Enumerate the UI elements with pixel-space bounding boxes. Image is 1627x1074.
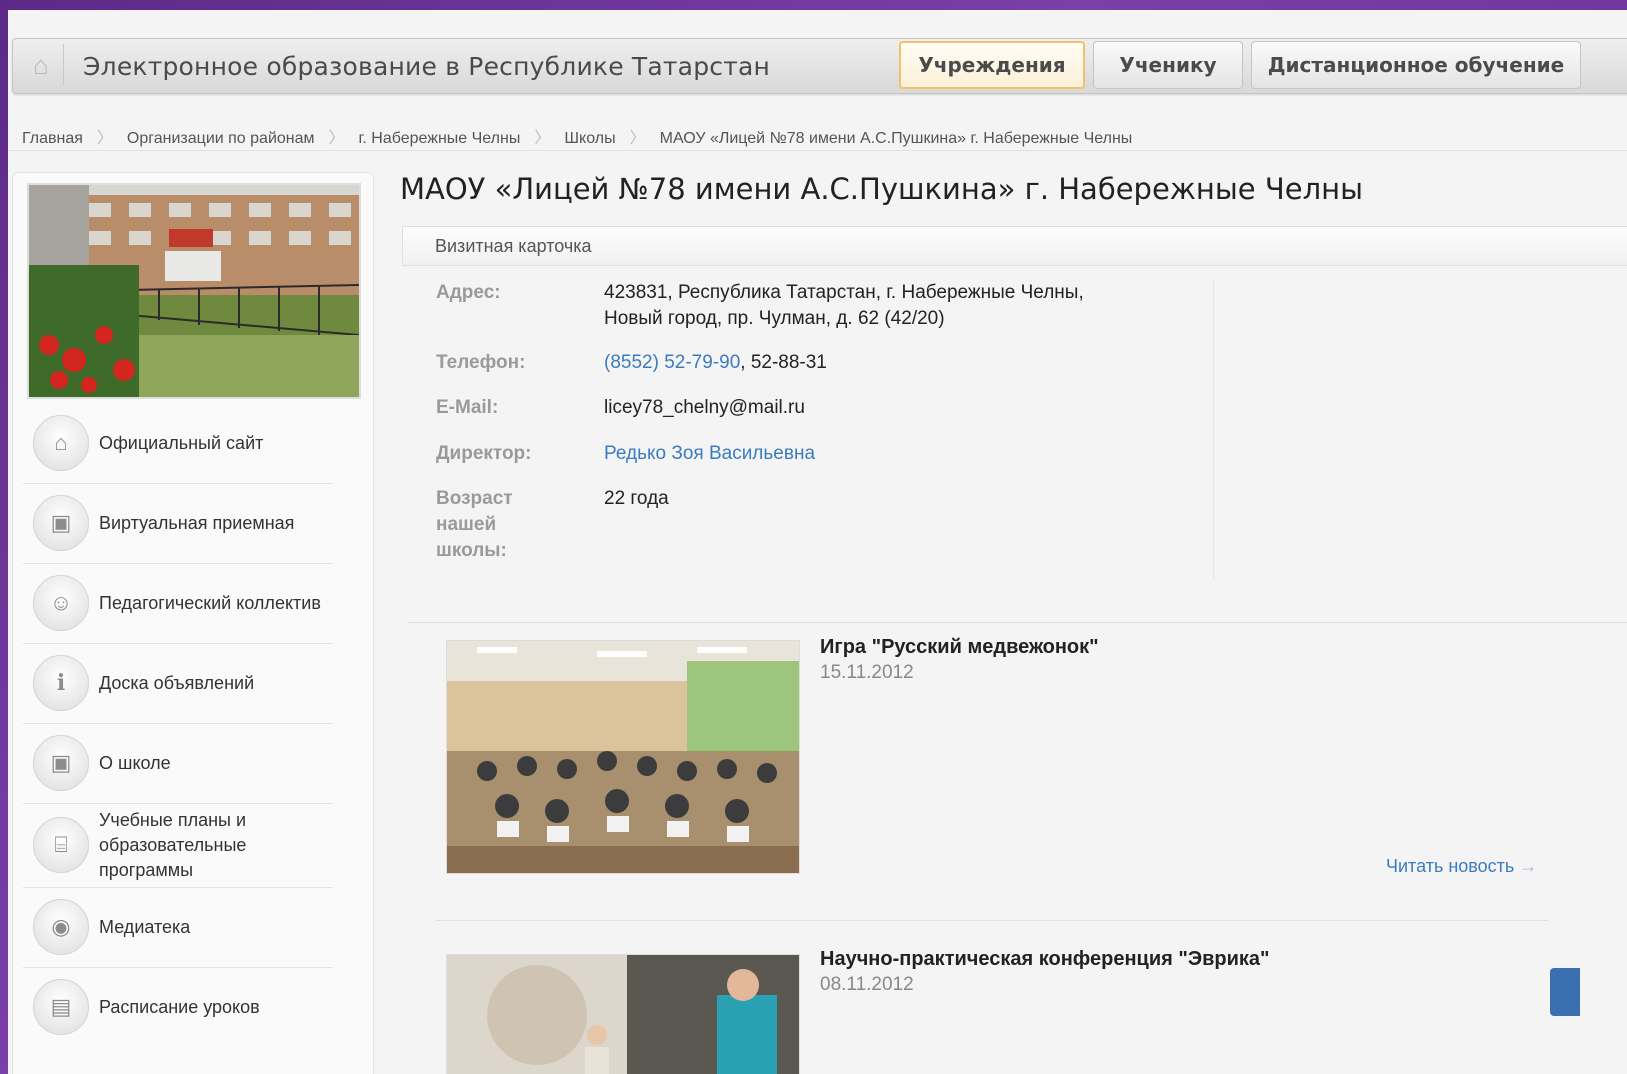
sidebar-item-staff[interactable]: ☺ Педагогический коллектив — [23, 563, 333, 644]
school-age-label-line-2: нашей — [436, 514, 497, 535]
sidebar-item-label: Педагогический коллектив — [99, 592, 321, 613]
website-icon: ⌂ — [33, 415, 89, 471]
breadcrumb: Главная 〉 Организации по районам 〉 г. Набере… — [22, 124, 1132, 148]
media-icon: ◉ — [33, 899, 89, 955]
sidebar-item-label: Виртуальная приемная — [99, 512, 295, 533]
phone-extra: , 52-88-31 — [740, 352, 827, 373]
sidebar-item-label: Доска объявлений — [99, 672, 255, 693]
sidebar-item-label: Учебные планы и образовательные программ… — [99, 809, 247, 880]
phone-link[interactable]: (8552) 52-79-90 — [604, 352, 740, 373]
breadcrumb-item-home[interactable]: Главная — [22, 130, 83, 147]
sidebar-item-label: Официальный сайт — [99, 432, 264, 453]
site-title[interactable]: Электронное образование в Республике Тат… — [83, 52, 770, 81]
phone-value: (8552) 52-79-90, 52-88-31 — [604, 350, 827, 376]
home-icon: ⌂ — [33, 49, 49, 80]
sidebar-item-virtual-reception[interactable]: ▣ Виртуальная приемная — [23, 483, 333, 564]
news-divider — [436, 920, 1548, 921]
school-age-label-line-1: Возраст — [436, 488, 513, 509]
sidebar-item-label: Медиатека — [99, 916, 191, 937]
news-title[interactable]: Игра "Русский медвежонок" — [820, 636, 1099, 659]
sidebar-item-curriculum[interactable]: ⌸ Учебные планы и образовательные програ… — [23, 803, 333, 888]
reception-icon: ▣ — [33, 495, 89, 551]
sidebar-item-label: Расписание уроков — [99, 996, 260, 1017]
sidebar-item-official-site[interactable]: ⌂ Официальный сайт — [23, 403, 333, 484]
info-icon: i — [33, 655, 89, 711]
news-photo[interactable] — [446, 640, 800, 874]
breadcrumb-separator-icon: 〉 — [96, 130, 113, 147]
news-section-divider — [408, 622, 1627, 623]
read-more-link[interactable]: Читать новость → — [1386, 856, 1537, 877]
breadcrumb-separator-icon: 〉 — [534, 130, 551, 147]
phone-label: Телефон: — [436, 352, 526, 373]
breadcrumb-separator-icon: 〉 — [629, 130, 646, 147]
tab-distance-learning[interactable]: Дистанционное обучение — [1251, 41, 1581, 89]
breadcrumb-item-city[interactable]: г. Набережные Челны — [359, 130, 521, 147]
side-scroll-tab[interactable] — [1550, 968, 1580, 1016]
about-icon: ▣ — [33, 735, 89, 791]
news-date: 08.11.2012 — [820, 974, 914, 995]
sidebar-item-schedule[interactable]: ▤ Расписание уроков — [23, 967, 333, 1047]
classroom-image — [447, 641, 799, 873]
address-line-2: Новый город, пр. Чулман, д. 62 (42/20) — [604, 308, 945, 329]
breadcrumb-divider — [8, 150, 1627, 151]
home-button[interactable]: ⌂ — [19, 44, 64, 86]
school-building-image — [29, 185, 359, 397]
top-navigation-bar: ⌂ Электронное образование в Республике Т… — [12, 38, 1627, 94]
schedule-icon: ▤ — [33, 979, 89, 1035]
read-more-label: Читать новость — [1386, 856, 1515, 876]
building-icon: ⌸ — [33, 817, 89, 873]
card-header: Визитная карточка — [402, 226, 1627, 266]
school-age-label-line-3: школы: — [436, 540, 507, 561]
card-header-label: Визитная карточка — [435, 236, 592, 256]
breadcrumb-separator-icon: 〉 — [328, 130, 345, 147]
sidebar: ⌂ Официальный сайт ▣ Виртуальная приемна… — [12, 172, 374, 1074]
school-age-value: 22 года — [604, 488, 669, 509]
tab-student[interactable]: Ученику — [1093, 41, 1243, 89]
news-title[interactable]: Научно-практическая конференция "Эврика" — [820, 948, 1270, 971]
email-label: E-Mail: — [436, 397, 499, 418]
arrow-right-icon: → — [1519, 856, 1538, 876]
director-link[interactable]: Редько Зоя Васильевна — [604, 441, 815, 467]
breadcrumb-item-districts[interactable]: Организации по районам — [127, 130, 315, 147]
browser-page: ⌂ Электронное образование в Республике Т… — [8, 10, 1627, 1074]
sidebar-item-about[interactable]: ▣ О школе — [23, 723, 333, 804]
director-label: Директор: — [436, 443, 532, 464]
breadcrumb-item-schools[interactable]: Школы — [564, 130, 615, 147]
news-date: 15.11.2012 — [820, 662, 914, 683]
info-column-divider — [1213, 280, 1214, 580]
address-line-1: 423831, Республика Татарстан, г. Набереж… — [604, 282, 1084, 303]
tab-institutions[interactable]: Учреждения — [899, 41, 1085, 89]
email-value: licey78_chelny@mail.ru — [604, 397, 805, 418]
school-photo — [27, 183, 361, 399]
conference-image — [447, 955, 799, 1074]
staff-icon: ☺ — [33, 575, 89, 631]
page-title: МАОУ «Лицей №78 имени А.С.Пушкина» г. На… — [400, 172, 1363, 206]
sidebar-item-media-library[interactable]: ◉ Медиатека — [23, 887, 333, 968]
breadcrumb-item-current: МАОУ «Лицей №78 имени А.С.Пушкина» г. На… — [659, 130, 1133, 147]
address-label: Адрес: — [436, 282, 501, 303]
sidebar-item-announcements[interactable]: i Доска объявлений — [23, 643, 333, 724]
news-photo[interactable] — [446, 954, 800, 1074]
sidebar-item-label: О школе — [99, 752, 171, 773]
